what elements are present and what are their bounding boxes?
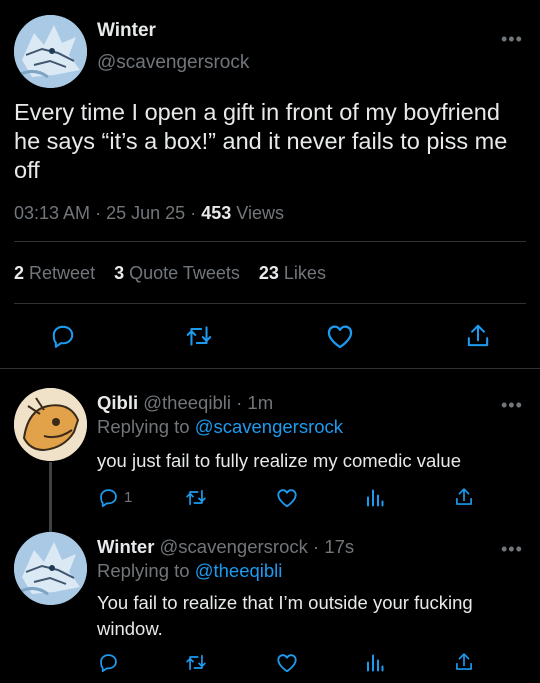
divider <box>0 368 540 369</box>
more-icon[interactable]: ••• <box>501 396 523 414</box>
views-count: 453 <box>201 203 232 223</box>
reply-button[interactable]: 1 <box>98 487 132 508</box>
author-name[interactable]: Winter <box>97 20 156 42</box>
share-icon[interactable] <box>454 651 474 673</box>
retweets-link[interactable]: 2 Retweet <box>14 263 95 283</box>
reply-time: 17s <box>324 536 355 557</box>
reply-author-name[interactable]: Winter <box>97 536 154 557</box>
replying-to: Replying to @scavengersrock <box>97 416 344 437</box>
reply-icon <box>100 489 117 508</box>
reply-text: You fail to realize that I’m outside you… <box>97 592 473 639</box>
tweet-meta: 03:13 AM · 25 Jun 25 · 453 Views <box>14 203 284 223</box>
avatar-winter[interactable] <box>14 532 87 605</box>
reply-time: 1m <box>247 392 274 413</box>
tweet-time: 03:13 AM <box>14 203 91 223</box>
like-icon[interactable] <box>276 652 298 673</box>
reply-icon[interactable] <box>50 323 76 349</box>
retweet-icon[interactable] <box>185 652 207 673</box>
retweet-icon[interactable] <box>185 323 213 349</box>
quotes-link[interactable]: 3 Quote Tweets <box>114 263 240 283</box>
divider <box>14 303 526 304</box>
author-handle[interactable]: @scavengersrock <box>97 52 249 74</box>
views-label: Views <box>236 203 284 223</box>
more-icon[interactable]: ••• <box>501 30 523 48</box>
engagement-stats: 2 Retweet 3 Quote Tweets 23 Likes <box>14 263 326 284</box>
like-icon[interactable] <box>276 487 298 508</box>
share-icon[interactable] <box>465 322 491 350</box>
reply-text: you just fail to fully realize my comedi… <box>97 450 461 471</box>
share-icon[interactable] <box>454 486 474 508</box>
reply-header: Winter @scavengersrock · 17s <box>97 536 355 557</box>
more-icon[interactable]: ••• <box>501 540 523 558</box>
reply-author-handle[interactable]: @scavengersrock <box>160 536 308 557</box>
reply-count: 1 <box>124 489 133 506</box>
avatar-qibli[interactable] <box>14 388 87 461</box>
replying-to: Replying to @theeqibli <box>97 560 283 581</box>
likes-link[interactable]: 23 Likes <box>259 263 326 283</box>
like-icon[interactable] <box>326 323 354 349</box>
analytics-icon[interactable] <box>365 652 385 673</box>
avatar-winter[interactable] <box>14 15 87 88</box>
thread-line <box>49 462 52 532</box>
tweet-date: 25 Jun 25 <box>106 203 186 223</box>
tweet-text: Every time I open a gift in front of my … <box>14 99 508 183</box>
retweet-icon[interactable] <box>185 487 207 508</box>
replying-to-link[interactable]: @theeqibli <box>195 560 283 581</box>
divider <box>14 241 526 242</box>
reply-author-name[interactable]: Qibli <box>97 392 138 413</box>
reply-icon[interactable] <box>98 652 119 673</box>
reply-author-handle[interactable]: @theeqibli <box>143 392 231 413</box>
analytics-icon[interactable] <box>365 487 385 508</box>
reply-header: Qibli @theeqibli · 1m <box>97 392 274 413</box>
replying-to-link[interactable]: @scavengersrock <box>195 416 343 437</box>
